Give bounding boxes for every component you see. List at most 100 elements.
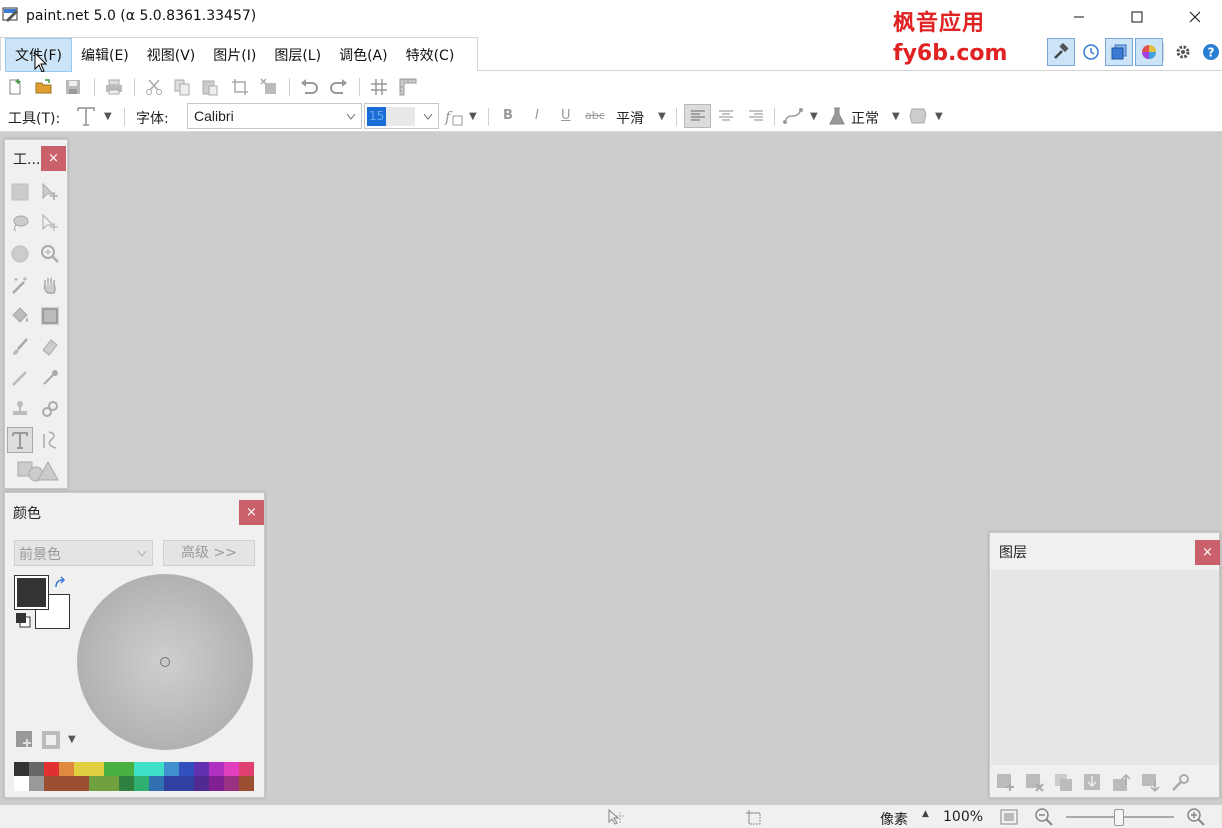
palette-swatch[interactable] — [59, 762, 74, 777]
bold-button[interactable]: B — [503, 108, 513, 123]
palette-swatch[interactable] — [164, 776, 179, 791]
ruler-toggle[interactable] — [397, 76, 419, 98]
move-selected-tool[interactable] — [37, 179, 63, 205]
palette-swatch[interactable] — [209, 776, 224, 791]
palette-swatch[interactable] — [179, 776, 194, 791]
palette-swatch[interactable] — [14, 776, 29, 791]
clone-stamp-tool[interactable] — [7, 396, 33, 422]
delete-layer-icon[interactable] — [1025, 773, 1045, 793]
align-right-button[interactable] — [745, 105, 767, 127]
tools-panel-close-button[interactable]: × — [41, 146, 66, 171]
gradient-tool[interactable] — [37, 303, 63, 329]
print-button[interactable] — [103, 76, 125, 98]
palette-swatch[interactable] — [209, 762, 224, 777]
selection-clipping-button[interactable] — [907, 105, 929, 127]
move-layer-down-icon[interactable] — [1141, 773, 1161, 793]
palette-swatch[interactable] — [149, 762, 164, 777]
pencil-tool[interactable] — [7, 365, 33, 391]
zoom-slider-thumb[interactable] — [1114, 809, 1124, 826]
menu-image[interactable]: 图片(I) — [204, 39, 265, 71]
menu-effects[interactable]: 特效(C) — [397, 39, 464, 71]
save-button[interactable] — [62, 76, 84, 98]
units-select[interactable]: 像素 — [880, 809, 908, 828]
antialiasing-select[interactable]: 平滑 — [616, 108, 644, 128]
layers-window-toggle[interactable] — [1105, 38, 1133, 66]
chevron-down-icon[interactable]: ▼ — [658, 111, 666, 122]
recolor-tool[interactable] — [37, 396, 63, 422]
palette-swatch[interactable] — [14, 762, 29, 777]
close-window-button[interactable] — [1166, 0, 1222, 34]
zoom-in-icon[interactable] — [1186, 807, 1206, 827]
underline-button[interactable]: U — [561, 108, 571, 123]
palette-swatch[interactable] — [104, 776, 119, 791]
blend-mode-icon-button[interactable] — [826, 105, 848, 127]
color-target-select[interactable]: 前景色 — [14, 540, 153, 566]
zoom-level[interactable]: 100% — [943, 809, 983, 825]
strikethrough-button[interactable]: abc — [585, 109, 605, 122]
italic-button[interactable]: I — [535, 108, 539, 123]
palette-swatch[interactable] — [164, 762, 179, 777]
palette-swatch[interactable] — [89, 776, 104, 791]
menu-adjustments[interactable]: 调色(A) — [330, 39, 397, 71]
copy-button[interactable] — [171, 76, 193, 98]
palette-swatch[interactable] — [149, 776, 164, 791]
zoom-tool[interactable] — [37, 241, 63, 267]
add-layer-icon[interactable] — [996, 773, 1016, 793]
palette-swatch[interactable] — [119, 762, 134, 777]
tools-window-toggle[interactable] — [1047, 38, 1075, 66]
palette-swatch[interactable] — [224, 776, 239, 791]
rectangle-select-tool[interactable] — [7, 179, 33, 205]
chevron-down-icon[interactable]: ▼ — [469, 111, 477, 122]
antialias-toggle[interactable] — [782, 105, 804, 127]
pan-tool[interactable] — [37, 272, 63, 298]
palette-menu-icon[interactable] — [41, 730, 61, 750]
color-picker-tool[interactable] — [37, 365, 63, 391]
palette-swatch[interactable] — [59, 776, 74, 791]
chevron-down-icon[interactable]: ▼ — [935, 111, 943, 122]
paint-bucket-tool[interactable] — [7, 303, 33, 329]
open-button[interactable] — [33, 76, 55, 98]
palette-swatch[interactable] — [119, 776, 134, 791]
duplicate-layer-icon[interactable] — [1054, 773, 1074, 793]
palette-swatch[interactable] — [104, 762, 119, 777]
shapes-tool[interactable] — [15, 458, 61, 484]
palette-swatch[interactable] — [239, 762, 254, 777]
align-center-button[interactable] — [715, 105, 737, 127]
color-wheel-handle[interactable] — [160, 657, 170, 667]
font-size-select[interactable]: 15 — [364, 103, 439, 129]
chevron-down-icon[interactable]: ▼ — [104, 111, 112, 122]
move-selection-tool[interactable] — [37, 210, 63, 236]
lasso-select-tool[interactable] — [7, 210, 33, 236]
font-family-select[interactable]: Calibri — [187, 103, 362, 129]
crop-button[interactable] — [229, 76, 251, 98]
blend-mode-select[interactable]: 正常 — [851, 108, 879, 128]
palette-swatch[interactable] — [44, 762, 59, 777]
palette-swatch[interactable] — [44, 776, 59, 791]
chevron-down-icon[interactable]: ▼ — [892, 111, 900, 122]
paste-button[interactable] — [199, 76, 221, 98]
new-image-button[interactable] — [4, 76, 26, 98]
maximize-button[interactable] — [1108, 0, 1166, 34]
zoom-out-icon[interactable] — [1034, 807, 1054, 827]
layers-list[interactable] — [991, 570, 1219, 765]
layer-properties-icon[interactable] — [1170, 773, 1190, 793]
zoom-to-window-icon[interactable] — [999, 808, 1019, 826]
undo-button[interactable] — [298, 76, 320, 98]
cut-button[interactable] — [143, 76, 165, 98]
palette-swatch[interactable] — [194, 762, 209, 777]
merge-layer-down-icon[interactable] — [1083, 773, 1103, 793]
settings-button[interactable] — [1169, 38, 1197, 66]
help-button[interactable]: ? — [1197, 38, 1222, 66]
colors-panel-close-button[interactable]: × — [239, 500, 264, 525]
primary-color-swatch[interactable] — [14, 575, 49, 610]
redo-button[interactable] — [328, 76, 350, 98]
palette-swatch[interactable] — [134, 776, 149, 791]
font-size-field[interactable]: 15 — [367, 107, 415, 126]
chevron-up-icon[interactable]: ▲ — [922, 809, 929, 819]
magic-wand-tool[interactable] — [7, 272, 33, 298]
palette-swatch[interactable] — [29, 762, 44, 777]
palette-swatch[interactable] — [74, 762, 89, 777]
swap-colors-icon[interactable] — [53, 576, 67, 590]
palette-swatch[interactable] — [134, 762, 149, 777]
palette-swatch[interactable] — [224, 762, 239, 777]
